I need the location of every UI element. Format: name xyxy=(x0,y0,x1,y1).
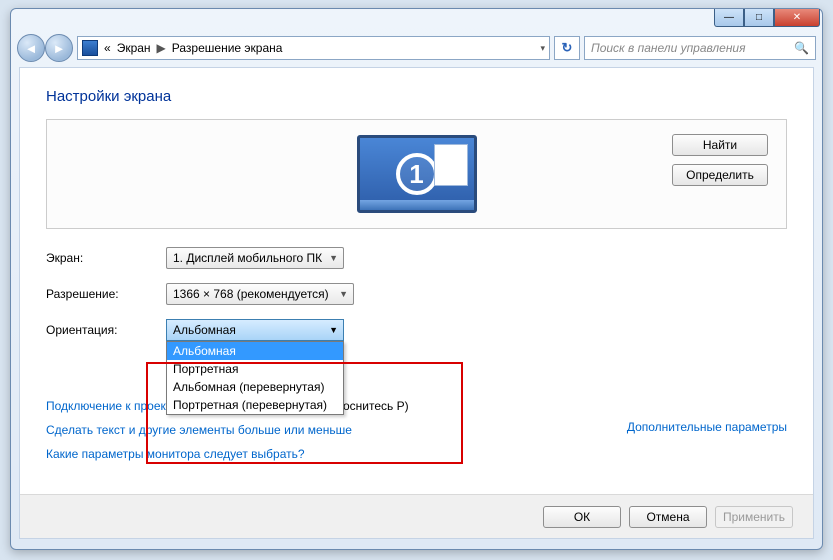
address-dropdown-icon[interactable]: ▾ xyxy=(540,43,545,54)
breadcrumb-prefix: « xyxy=(104,41,111,55)
window-frame: — □ ✕ ◄ ► « Экран ▶ Разрешение экрана ▾ … xyxy=(10,8,823,550)
display-label: Экран: xyxy=(46,251,166,265)
breadcrumb-item[interactable]: Экран xyxy=(117,41,151,55)
refresh-button[interactable]: ↻ xyxy=(554,36,580,60)
chevron-down-icon: ▼ xyxy=(329,325,338,335)
minimize-button[interactable]: — xyxy=(714,9,744,27)
display-select[interactable]: 1. Дисплей мобильного ПК ▼ xyxy=(166,247,344,269)
orientation-value: Альбомная xyxy=(173,323,236,337)
cancel-button[interactable]: Отмена xyxy=(629,506,707,528)
search-input[interactable]: Поиск в панели управления 🔍 xyxy=(584,36,816,60)
apply-button[interactable]: Применить xyxy=(715,506,793,528)
projector-link[interactable]: Подключение к проек тору (или нажмите кл… xyxy=(46,399,787,413)
orientation-dropdown: Альбомная Портретная Альбомная (переверн… xyxy=(166,341,344,415)
orientation-label: Ориентация: xyxy=(46,323,166,337)
resolution-value: 1366 × 768 (рекомендуется) xyxy=(173,287,329,301)
content-pane: Настройки экрана 1 Найти Определить Экра… xyxy=(19,67,814,539)
monitor-preview-area: 1 Найти Определить xyxy=(46,119,787,229)
ok-button[interactable]: ОК xyxy=(543,506,621,528)
titlebar: — □ ✕ xyxy=(11,9,822,31)
orientation-option[interactable]: Альбомная (перевернутая) xyxy=(167,378,343,396)
monitor-thumbnail[interactable]: 1 xyxy=(357,135,477,213)
address-bar[interactable]: « Экран ▶ Разрешение экрана ▾ xyxy=(77,36,550,60)
search-placeholder: Поиск в панели управления xyxy=(591,41,746,55)
back-button[interactable]: ◄ xyxy=(17,34,45,62)
breadcrumb-separator: ▶ xyxy=(157,41,166,55)
detect-button[interactable]: Найти xyxy=(672,134,768,156)
which-monitor-link[interactable]: Какие параметры монитора следует выбрать… xyxy=(46,447,787,461)
window-preview-icon xyxy=(434,144,468,186)
control-panel-icon xyxy=(82,40,98,56)
display-value: 1. Дисплей мобильного ПК xyxy=(173,251,322,265)
orientation-option[interactable]: Портретная (перевернутая) xyxy=(167,396,343,414)
page-title: Настройки экрана xyxy=(46,88,787,105)
identify-button[interactable]: Определить xyxy=(672,164,768,186)
resolution-select[interactable]: 1366 × 768 (рекомендуется) ▼ xyxy=(166,283,354,305)
dialog-footer: ОК Отмена Применить xyxy=(20,494,813,538)
orientation-row: Ориентация: Альбомная ▼ Альбомная Портре… xyxy=(46,319,787,341)
maximize-button[interactable]: □ xyxy=(744,9,774,27)
forward-button[interactable]: ► xyxy=(45,34,73,62)
monitor-number-badge: 1 xyxy=(396,153,438,195)
breadcrumb-item[interactable]: Разрешение экрана xyxy=(172,41,283,55)
toolbar: ◄ ► « Экран ▶ Разрешение экрана ▾ ↻ Поис… xyxy=(11,31,822,65)
chevron-down-icon: ▼ xyxy=(329,253,338,263)
taskbar-preview xyxy=(360,200,474,210)
chevron-down-icon: ▼ xyxy=(339,289,348,299)
projector-link-text: Подключение к проек xyxy=(46,399,166,413)
resolution-label: Разрешение: xyxy=(46,287,166,301)
advanced-settings-link[interactable]: Дополнительные параметры xyxy=(627,420,787,434)
orientation-select[interactable]: Альбомная ▼ xyxy=(166,319,344,341)
orientation-option[interactable]: Альбомная xyxy=(167,342,343,360)
search-icon: 🔍 xyxy=(794,41,809,55)
orientation-option[interactable]: Портретная xyxy=(167,360,343,378)
close-button[interactable]: ✕ xyxy=(774,9,820,27)
